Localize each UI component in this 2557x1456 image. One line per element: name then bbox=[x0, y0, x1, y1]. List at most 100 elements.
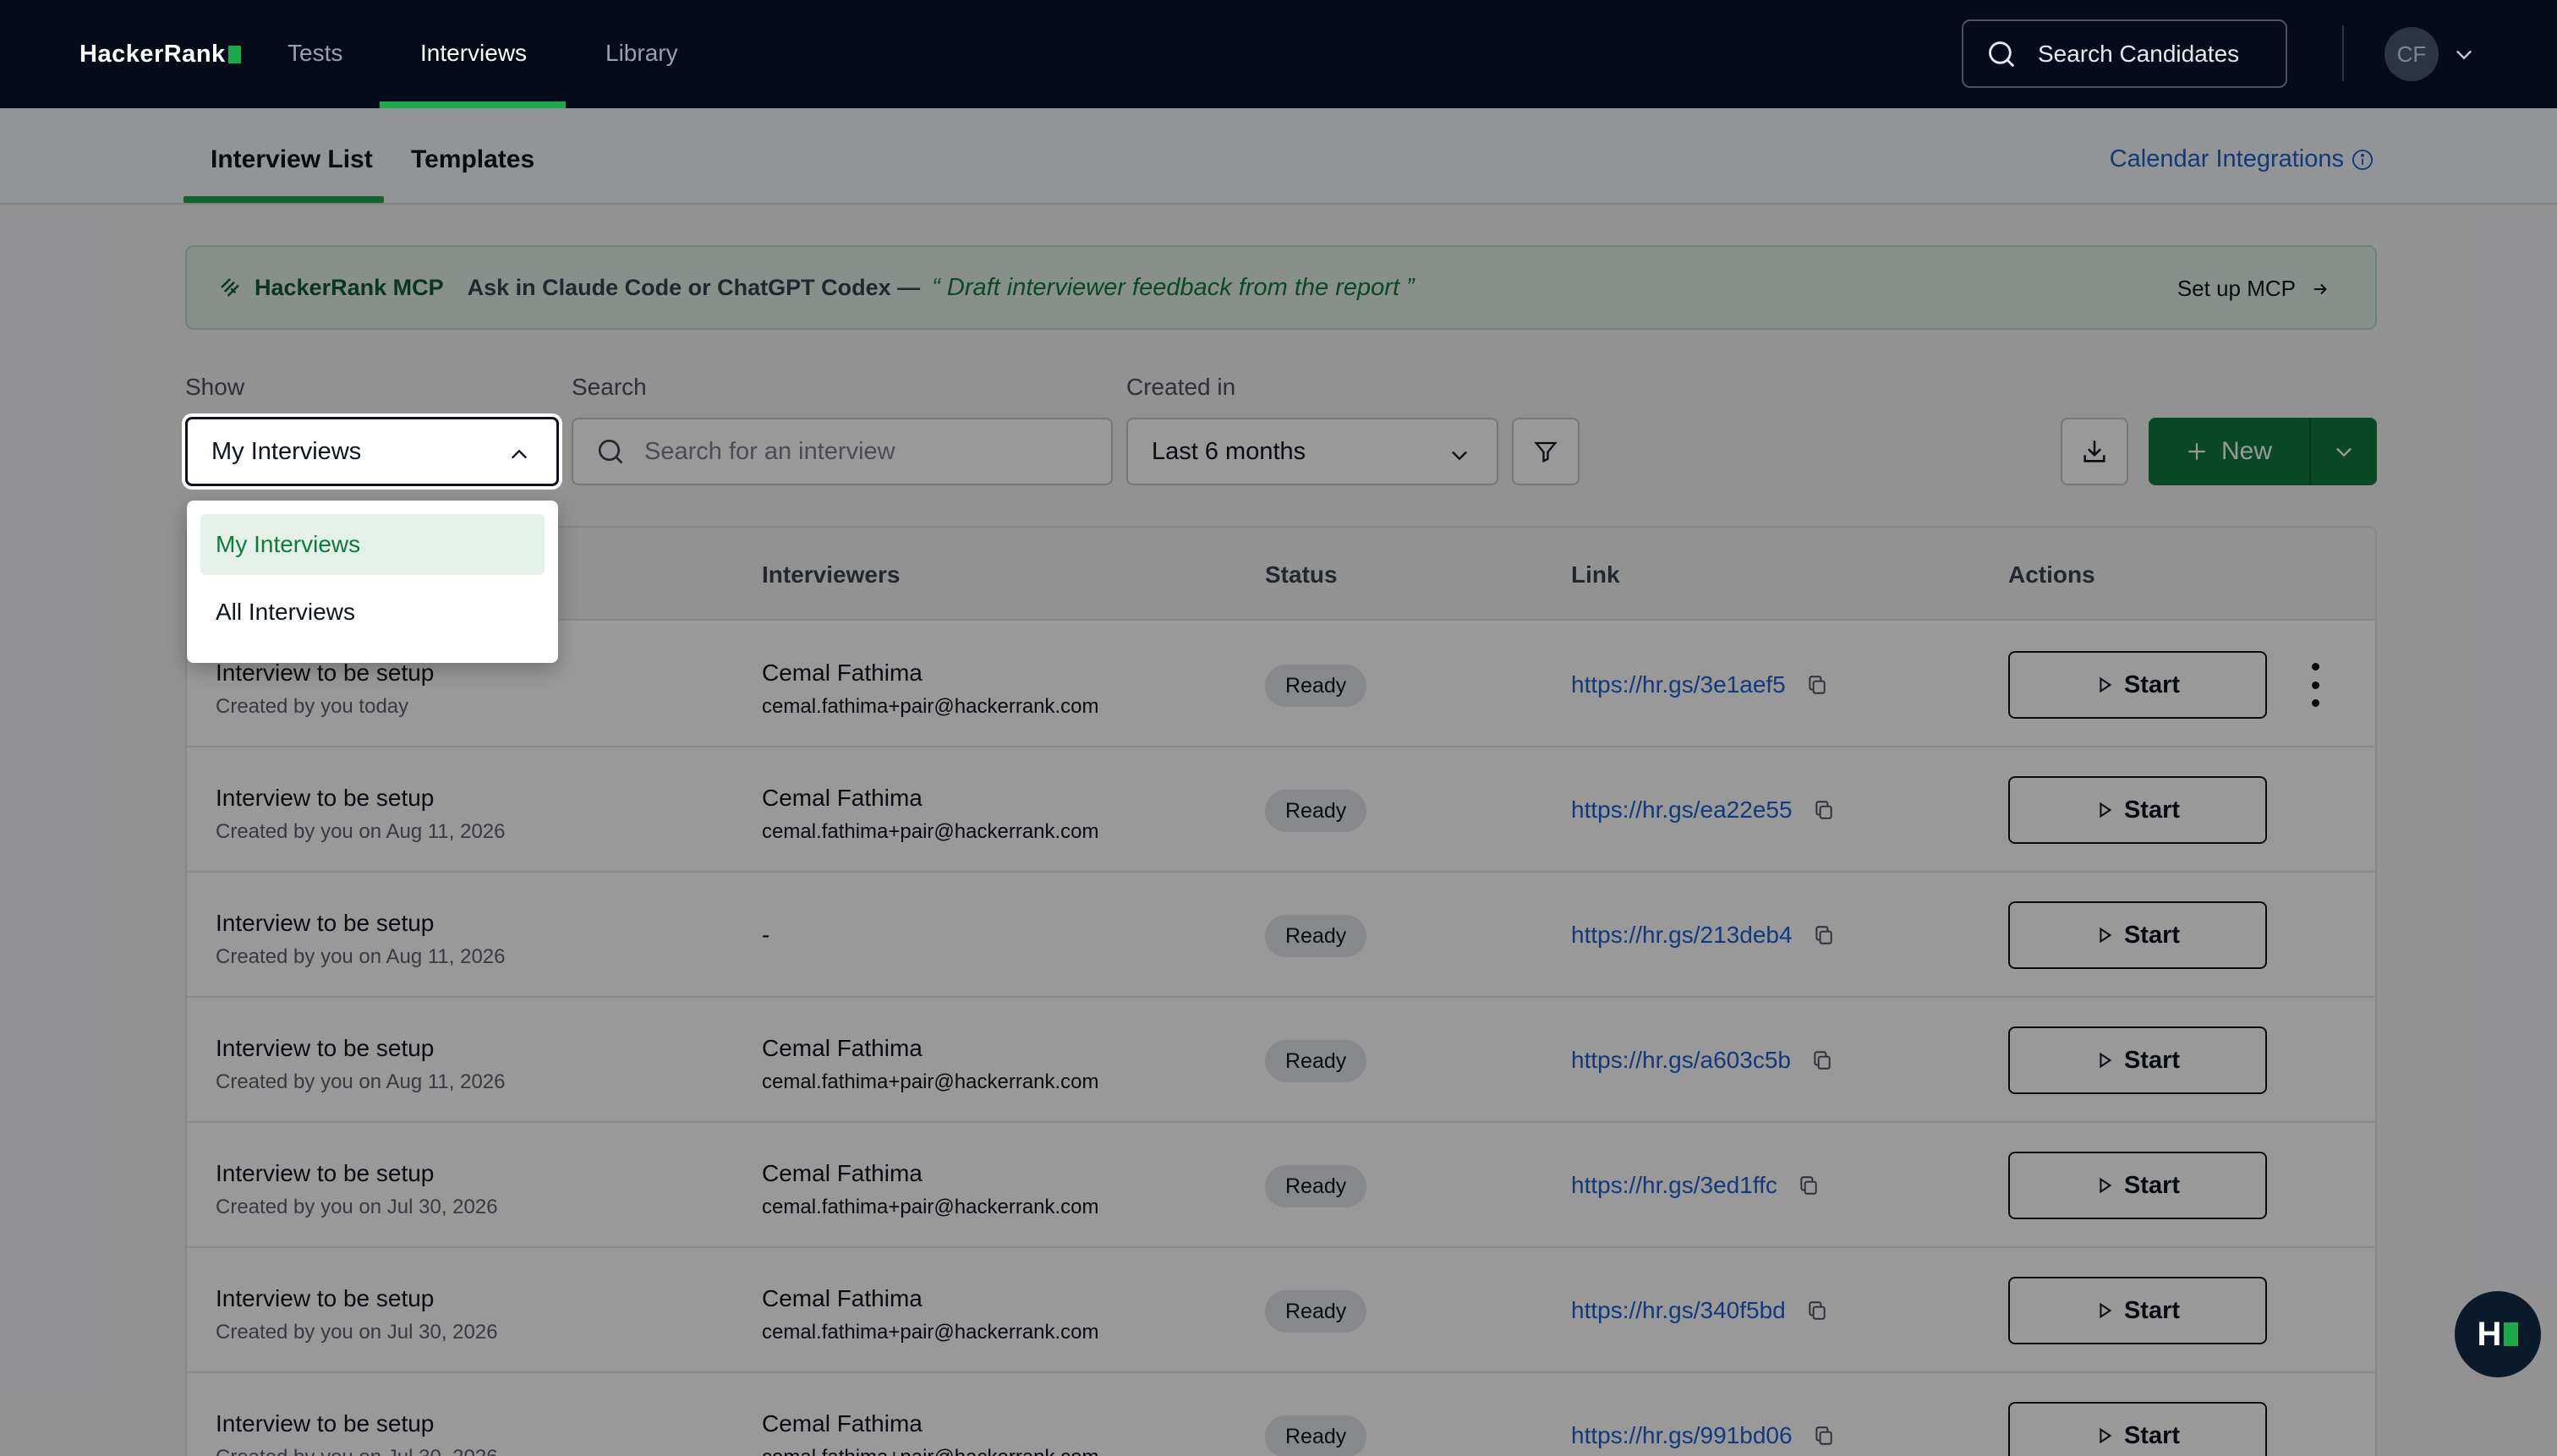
calendar-integrations-link[interactable]: Calendar Integrations bbox=[2110, 145, 2374, 173]
chevron-down-icon bbox=[1452, 451, 1467, 461]
interview-link[interactable]: https://hr.gs/a603c5b bbox=[1571, 1047, 1833, 1074]
dropdown-option-all-interviews[interactable]: All Interviews bbox=[200, 582, 545, 643]
mcp-ask-text: Ask in Claude Code or ChatGPT Codex — bbox=[467, 274, 921, 300]
interview-title[interactable]: Interview to be setup bbox=[216, 1035, 434, 1062]
start-interview-button[interactable]: Start bbox=[2008, 651, 2267, 719]
start-interview-button[interactable]: Start bbox=[2008, 776, 2267, 844]
column-header-status: Status bbox=[1265, 561, 1338, 588]
interviewer-name: Cemal Fathima bbox=[762, 1285, 923, 1311]
nav-interviews[interactable]: Interviews bbox=[420, 40, 527, 67]
hackerrank-logo[interactable]: HackerRank bbox=[79, 41, 241, 68]
interview-title[interactable]: Interview to be setup bbox=[216, 910, 434, 937]
nav-active-indicator bbox=[380, 101, 566, 108]
interview-title[interactable]: Interview to be setup bbox=[216, 1285, 434, 1312]
new-interview-button[interactable]: New bbox=[2149, 418, 2309, 485]
column-header-interviewers: Interviewers bbox=[762, 561, 901, 588]
chevron-down-icon[interactable] bbox=[2452, 42, 2476, 66]
created-in-label: Created in bbox=[1126, 374, 1236, 400]
search-interview-input[interactable]: Search for an interview bbox=[572, 418, 1113, 485]
interviewer-name: Cemal Fathima bbox=[762, 660, 923, 686]
copy-icon[interactable] bbox=[1813, 924, 1835, 946]
play-icon bbox=[2100, 802, 2112, 818]
status-badge: Ready bbox=[1265, 1165, 1367, 1207]
start-interview-button[interactable]: Start bbox=[2008, 1026, 2267, 1094]
interviewer-email: cemal.fathima+pair@hackerrank.com bbox=[762, 1321, 1099, 1344]
interview-link[interactable]: https://hr.gs/340f5bd bbox=[1571, 1297, 1828, 1324]
created-in-select[interactable]: Last 6 months bbox=[1126, 418, 1498, 485]
start-interview-button[interactable]: Start bbox=[2008, 1152, 2267, 1219]
copy-icon[interactable] bbox=[1811, 1049, 1833, 1071]
arrow-right-icon bbox=[2313, 283, 2327, 294]
more-vertical-icon[interactable] bbox=[2301, 663, 2330, 707]
interview-created: Created by you on Aug 11, 2026 bbox=[216, 1070, 506, 1093]
table-row[interactable]: Interview to be setup Created by you on … bbox=[187, 873, 2375, 998]
interview-link[interactable]: https://hr.gs/991bd06 bbox=[1571, 1422, 1835, 1449]
tab-templates[interactable]: Templates bbox=[411, 145, 534, 174]
interview-created: Created by you on Jul 30, 2026 bbox=[216, 1321, 498, 1344]
chevron-down-icon bbox=[2336, 447, 2352, 457]
search-candidates-button[interactable]: Search Candidates bbox=[1962, 19, 2287, 88]
show-filter-select[interactable]: My Interviews bbox=[185, 417, 559, 486]
play-icon bbox=[2100, 1427, 2112, 1444]
status-badge: Ready bbox=[1265, 665, 1367, 707]
play-icon bbox=[2100, 676, 2112, 693]
column-header-link: Link bbox=[1571, 561, 1620, 588]
start-interview-button[interactable]: Start bbox=[2008, 1402, 2267, 1456]
user-avatar[interactable]: CF bbox=[2385, 27, 2439, 81]
interview-title[interactable]: Interview to be setup bbox=[216, 1160, 434, 1187]
interview-link[interactable]: https://hr.gs/3e1aef5 bbox=[1571, 671, 1828, 698]
interview-title[interactable]: Interview to be setup bbox=[216, 1410, 434, 1437]
column-header-actions: Actions bbox=[2008, 561, 2095, 588]
copy-icon[interactable] bbox=[1813, 799, 1835, 821]
tab-interview-list[interactable]: Interview List bbox=[211, 145, 373, 174]
dropdown-option-my-interviews[interactable]: My Interviews bbox=[200, 514, 545, 575]
play-icon bbox=[2100, 1302, 2112, 1319]
help-logo-icon: H bbox=[2478, 1316, 2519, 1354]
start-interview-button[interactable]: Start bbox=[2008, 901, 2267, 969]
interview-link[interactable]: https://hr.gs/ea22e55 bbox=[1571, 796, 1835, 824]
copy-icon[interactable] bbox=[1798, 1174, 1820, 1196]
download-icon bbox=[2083, 441, 2105, 463]
interview-title[interactable]: Interview to be setup bbox=[216, 785, 434, 812]
logo-mark-icon bbox=[227, 46, 241, 63]
search-label: Search bbox=[572, 374, 647, 400]
mcp-icon bbox=[221, 278, 239, 297]
copy-icon[interactable] bbox=[1813, 1425, 1835, 1447]
status-badge: Ready bbox=[1265, 1040, 1367, 1082]
table-row[interactable]: Interview to be setup Created by you on … bbox=[187, 1123, 2375, 1248]
info-icon bbox=[2352, 149, 2374, 170]
status-badge: Ready bbox=[1265, 790, 1367, 832]
mcp-quote: “ Draft interviewer feedback from the re… bbox=[932, 273, 1415, 301]
table-row[interactable]: Interview to be setup Created by you on … bbox=[187, 1248, 2375, 1373]
play-icon bbox=[2100, 1052, 2112, 1069]
status-badge: Ready bbox=[1265, 915, 1367, 957]
mcp-title: HackerRank MCP bbox=[255, 274, 444, 300]
filter-icon bbox=[1534, 441, 1558, 463]
interview-link[interactable]: https://hr.gs/3ed1ffc bbox=[1571, 1172, 1820, 1199]
help-chat-button[interactable]: H bbox=[2455, 1291, 2541, 1377]
status-badge: Ready bbox=[1265, 1415, 1367, 1456]
nav-library[interactable]: Library bbox=[605, 40, 678, 67]
copy-icon[interactable] bbox=[1806, 1300, 1828, 1322]
nav-divider bbox=[2342, 25, 2344, 81]
table-row[interactable]: Interview to be setup Created by you on … bbox=[187, 998, 2375, 1123]
show-filter-dropdown: My Interviews All Interviews bbox=[187, 501, 558, 663]
setup-mcp-link[interactable]: Set up MCP bbox=[2177, 276, 2330, 302]
table-row[interactable]: Interview to be setup Created by you on … bbox=[187, 747, 2375, 873]
top-navigation: HackerRank Tests Interviews Library Sear… bbox=[0, 0, 2557, 108]
interview-link[interactable]: https://hr.gs/213deb4 bbox=[1571, 922, 1835, 949]
search-placeholder: Search for an interview bbox=[644, 437, 895, 465]
download-button[interactable] bbox=[2061, 418, 2128, 485]
interviewer-email: cemal.fathima+pair@hackerrank.com bbox=[762, 695, 1099, 718]
new-options-dropdown-button[interactable] bbox=[2309, 418, 2377, 485]
start-interview-button[interactable]: Start bbox=[2008, 1277, 2267, 1344]
interview-created: Created by you on Aug 11, 2026 bbox=[216, 945, 506, 968]
table-row[interactable]: Interview to be setup Created by you on … bbox=[187, 1373, 2375, 1456]
interview-created: Created by you on Aug 11, 2026 bbox=[216, 820, 506, 843]
nav-tests[interactable]: Tests bbox=[287, 40, 342, 67]
interviewer-name: - bbox=[762, 922, 770, 948]
filter-button[interactable] bbox=[1512, 418, 1580, 485]
copy-icon[interactable] bbox=[1806, 674, 1828, 696]
interview-title[interactable]: Interview to be setup bbox=[216, 660, 434, 687]
interviewer-name: Cemal Fathima bbox=[762, 1035, 923, 1061]
